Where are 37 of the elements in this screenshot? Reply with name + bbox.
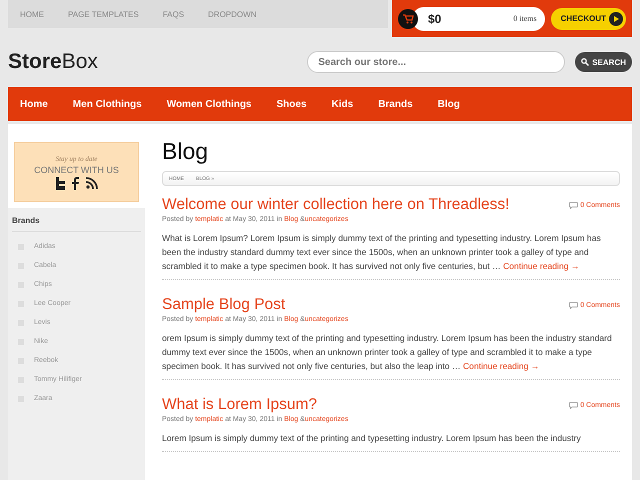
search-icon: [581, 58, 590, 66]
cart-icon[interactable]: [398, 8, 418, 28]
play-icon: [609, 12, 623, 26]
brands-title: Brands: [12, 214, 141, 232]
post-title[interactable]: Sample Blog Post: [162, 296, 286, 314]
page-title: Blog: [162, 138, 210, 165]
speech-bubble-icon: [569, 202, 578, 208]
top-menu-link[interactable]: HOME: [20, 10, 44, 18]
top-menu-link[interactable]: FAQS: [162, 10, 184, 18]
nav-link[interactable]: Brands: [378, 98, 413, 110]
continue-reading-link[interactable]: Continue reading →: [462, 361, 540, 371]
search-button[interactable]: SEARCH: [575, 52, 632, 72]
speech-bubble-icon: [569, 402, 578, 408]
search-field[interactable]: Search our store...: [307, 51, 566, 73]
nav-link[interactable]: Blog: [438, 98, 460, 110]
twitter-icon[interactable]: [55, 176, 66, 190]
nav-link[interactable]: Men Clothings: [72, 98, 142, 110]
speech-bubble-icon: [569, 302, 578, 308]
post-title[interactable]: Welcome our winter collection here on Threadless!: [162, 196, 510, 214]
store-logo[interactable]: StoreBox: [8, 50, 308, 74]
post-excerpt: Lorem Ipsum is simply dummy text of the printing and typesetting industry. Lorem Ipsum has been the industry: [162, 432, 582, 445]
nav-link[interactable]: Women Clothings: [166, 98, 252, 110]
top-menu-link[interactable]: DROPDOWN: [208, 10, 256, 18]
top-menu-link[interactable]: PAGE TEMPLATES: [68, 10, 139, 18]
nav-link[interactable]: Shoes: [276, 98, 307, 110]
post-excerpt: What is Lorem Ipsum? Lorem Ipsum is simply dummy text of the printing and typesetting industry. Lorem Ipsum has been the industry standard dummy text ever since the 1500s, when an unknown printer took a galley of type and scrambled it to make a type specimen book. It has survived not only five centuries, but … Continue reading →: [162, 232, 602, 273]
checkout-button[interactable]: CHECKOUT: [550, 8, 626, 30]
facebook-icon[interactable]: [72, 176, 80, 190]
connect-title: CONNECT WITH US: [34, 164, 119, 174]
cart-total: $0: [428, 12, 442, 26]
nav-link[interactable]: Home: [20, 98, 48, 110]
cart-item-count: 0 items: [513, 14, 537, 23]
continue-reading-link[interactable]: Continue reading →: [503, 261, 580, 271]
post-title[interactable]: What is Lorem Ipsum?: [162, 396, 318, 414]
post-excerpt: orem Ipsum is simply dummy text of the printing and typesetting industry. Lorem Ipsum has been the industry standard dummy text ever since the 1500s, when an unknown printer took a galley of type and scrambled it to make a type specimen book. It has survived not only five centuries, but also the leap into … Continue reading →: [162, 332, 613, 373]
nav-link[interactable]: Kids: [332, 98, 354, 110]
rss-icon[interactable]: [86, 176, 98, 188]
